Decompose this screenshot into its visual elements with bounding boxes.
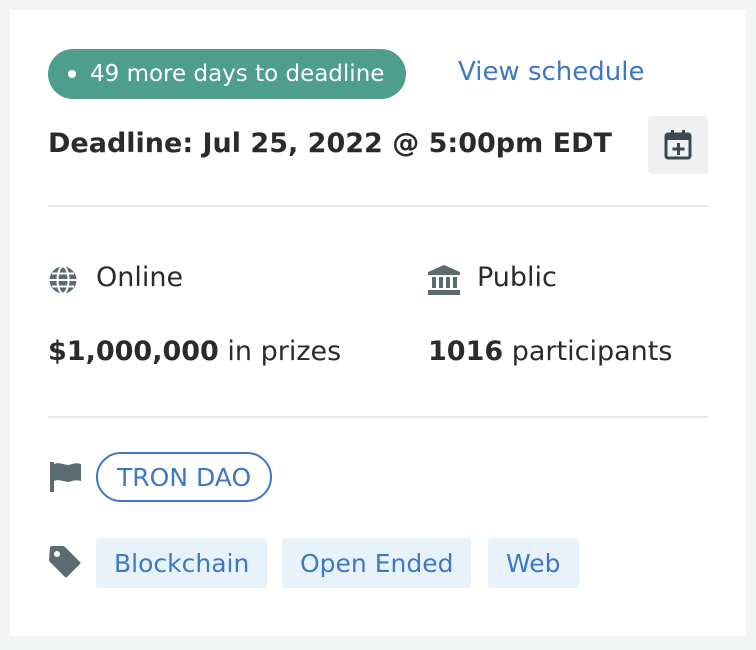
calendar-plus-icon bbox=[664, 130, 692, 160]
participant-count: 1016 bbox=[428, 336, 504, 367]
theme-tag-open-ended[interactable]: Open Ended bbox=[282, 538, 472, 588]
add-to-calendar-button[interactable] bbox=[648, 116, 708, 174]
host-badge[interactable]: TRON DAO bbox=[96, 452, 273, 502]
theme-tag-web[interactable]: Web bbox=[488, 538, 579, 588]
divider bbox=[48, 205, 708, 207]
participants-text: 1016 participants bbox=[428, 336, 672, 367]
deadline-text: Deadline: Jul 25, 2022 @ 5:00pm EDT bbox=[48, 128, 612, 159]
divider bbox=[48, 416, 708, 418]
visibility-label: Public bbox=[477, 262, 557, 293]
institution-icon bbox=[426, 264, 462, 296]
deadline-countdown-badge: 49 more days to deadline bbox=[48, 49, 407, 99]
countdown-label: 49 more days to deadline bbox=[90, 61, 385, 87]
view-schedule-link[interactable]: View schedule bbox=[458, 57, 644, 87]
status-dot-icon bbox=[68, 70, 76, 78]
location-label: Online bbox=[96, 262, 184, 293]
theme-tag-blockchain[interactable]: Blockchain bbox=[96, 538, 268, 588]
globe-icon bbox=[47, 264, 79, 296]
prize-amount: $1,000,000 bbox=[48, 336, 219, 367]
prize-suffix: in prizes bbox=[218, 336, 342, 367]
participants-suffix: participants bbox=[503, 336, 673, 367]
hackathon-info-card: 49 more days to deadline View schedule D… bbox=[10, 10, 746, 636]
prizes-text: $1,000,000 in prizes bbox=[48, 336, 341, 367]
flag-icon bbox=[47, 460, 83, 494]
tag-icon bbox=[47, 544, 83, 580]
